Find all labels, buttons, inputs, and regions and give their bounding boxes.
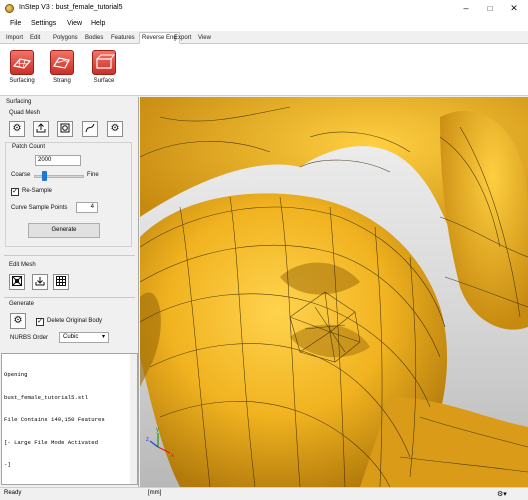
generate-mesh-button[interactable]: Generate	[28, 223, 100, 238]
console-scrollbar[interactable]	[130, 354, 137, 484]
3d-viewport[interactable]: z y x	[140, 97, 528, 487]
menu-help[interactable]: Help	[91, 20, 105, 27]
curve-sample-input[interactable]: 4	[76, 202, 98, 213]
panel-title: Surfacing	[6, 99, 32, 105]
app-icon	[5, 4, 14, 13]
units-label: [mm]	[148, 490, 162, 496]
surfacing-button[interactable]: Surfacing	[4, 50, 40, 84]
status-text: Ready	[4, 490, 22, 496]
ribbon: Surfacing Strang Surface	[0, 44, 528, 96]
strang-label: Strang	[53, 78, 71, 84]
close-icon[interactable]: ✕	[502, 0, 526, 17]
edit-mesh-label: Edit Mesh	[9, 262, 36, 268]
nurbs-order-value: Cubic	[63, 334, 79, 340]
status-bar: Ready [mm] ⚙▾	[0, 487, 528, 500]
surface-icon	[92, 50, 116, 75]
delete-original-checkbox[interactable]: ✓	[36, 318, 44, 326]
fine-label: Fine	[87, 172, 99, 178]
settings-gear-icon[interactable]: ⚙	[107, 121, 123, 137]
nurbs-order-label: NURBS Order	[10, 335, 49, 341]
slider-thumb[interactable]	[42, 171, 48, 181]
tab-polygons[interactable]: Polygons	[50, 32, 81, 44]
maximize-icon[interactable]: □	[478, 0, 502, 17]
divider	[4, 255, 135, 256]
patch-count-input[interactable]: 2000	[35, 155, 81, 166]
ribbon-tabs: Import Edit Polygons Bodies Features Rev…	[0, 31, 528, 44]
resample-checkbox[interactable]: ✓	[11, 188, 19, 196]
nurbs-order-select[interactable]: Cubic ▾	[59, 332, 109, 343]
tab-view[interactable]: View	[195, 32, 214, 44]
generate-gear-icon[interactable]: ⚙	[10, 313, 26, 329]
console-line: Opening	[4, 371, 28, 378]
chevron-down-icon: ▾	[101, 334, 105, 340]
bust-model: z y x	[140, 97, 528, 487]
curve-icon[interactable]	[82, 121, 98, 137]
generate-section-label: Generate	[9, 301, 35, 307]
divider	[4, 297, 135, 298]
delete-original-label: Delete Original Body	[47, 318, 103, 324]
tab-edit[interactable]: Edit	[27, 32, 43, 44]
strang-icon	[50, 50, 74, 75]
menu-view[interactable]: View	[67, 20, 82, 27]
svg-text:y: y	[156, 427, 159, 433]
curve-sample-label: Curve Sample Points	[11, 205, 68, 211]
svg-text:x: x	[171, 453, 174, 459]
console-output[interactable]: Opening bust_female_tutorial5.stl File C…	[1, 353, 138, 485]
menu-bar: File Settings View Help	[0, 17, 528, 31]
tab-features[interactable]: Features	[108, 32, 138, 44]
gear-icon[interactable]: ⚙	[9, 121, 25, 137]
surface-label: Surface	[93, 78, 115, 84]
tab-export[interactable]: Export	[171, 32, 194, 44]
window-title: InStep V3 : bust_female_tutorial5	[19, 4, 123, 11]
title-bar: InStep V3 : bust_female_tutorial5 – □ ✕	[0, 0, 528, 17]
download-icon[interactable]	[32, 274, 48, 290]
quad-mesh-label: Quad Mesh	[9, 110, 41, 116]
resample-label: Re-Sample	[22, 188, 53, 194]
svg-text:z: z	[146, 437, 149, 443]
view-options-icon[interactable]: ⚙▾	[497, 490, 507, 498]
tab-bodies[interactable]: Bodies	[82, 32, 106, 44]
tab-import[interactable]: Import	[3, 32, 26, 44]
console-line: [- Large File Mode Activated	[4, 438, 98, 446]
mesh-icon[interactable]	[57, 121, 73, 137]
minimize-icon[interactable]: –	[454, 0, 478, 17]
grid-icon[interactable]	[53, 274, 69, 290]
console-line: -]	[4, 461, 11, 468]
menu-file[interactable]: File	[10, 20, 21, 27]
console-line: File Contains 149,150 Features	[4, 416, 105, 423]
menu-settings[interactable]: Settings	[31, 20, 56, 27]
cross-mesh-icon[interactable]	[9, 274, 25, 290]
surfacing-label: Surfacing	[9, 78, 35, 84]
strang-button[interactable]: Strang	[44, 50, 80, 84]
surfacing-icon	[10, 50, 34, 75]
patch-count-label: Patch Count	[12, 144, 46, 150]
surface-button[interactable]: Surface	[86, 50, 122, 84]
coarse-label: Coarse	[11, 172, 31, 178]
console-line: bust_female_tutorial5.stl	[4, 393, 88, 401]
export-icon[interactable]	[33, 121, 49, 137]
